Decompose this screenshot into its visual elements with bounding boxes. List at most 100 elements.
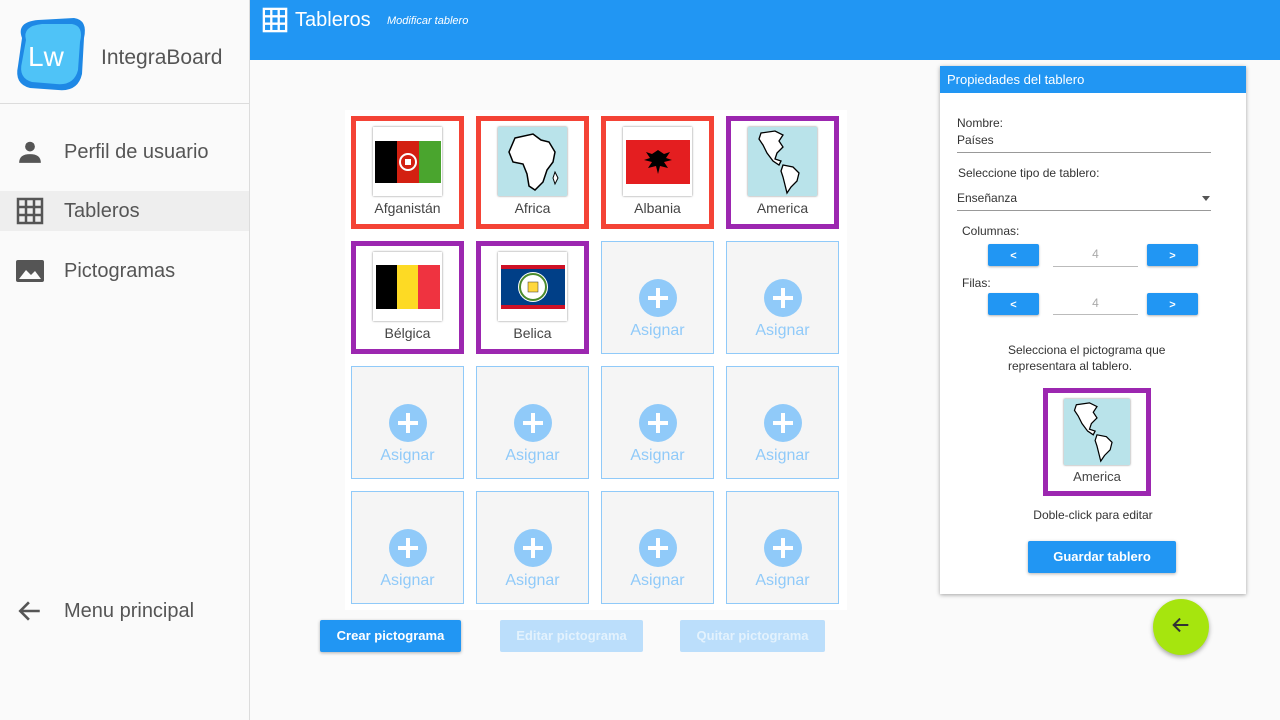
board-cell-belize[interactable]: Belica xyxy=(476,241,589,354)
create-pictogram-button[interactable]: Crear pictograma xyxy=(320,620,461,652)
board-cell-belgium[interactable]: Bélgica xyxy=(351,241,464,354)
belgium-flag xyxy=(373,252,442,321)
sidebar-item-label: Pictogramas xyxy=(64,259,176,282)
rows-decrement-button[interactable]: < xyxy=(988,293,1039,315)
top-header: Tableros Modificar tablero xyxy=(250,0,1280,60)
app-logo: Lw xyxy=(17,18,85,91)
cell-label: Afganistán xyxy=(374,200,441,216)
board-cell-africa[interactable]: Africa xyxy=(476,116,589,229)
add-icon xyxy=(764,279,802,317)
name-input[interactable]: Países xyxy=(957,133,994,147)
columns-decrement-button[interactable]: < xyxy=(988,244,1039,266)
sidebar-item-pictograms[interactable]: Pictogramas xyxy=(0,251,249,291)
assign-label: Asignar xyxy=(630,322,685,339)
page-title: Tableros xyxy=(295,9,371,31)
columns-label: Columnas: xyxy=(962,224,1020,238)
back-fab-button[interactable] xyxy=(1153,599,1209,655)
empty-cell[interactable]: Asignar xyxy=(726,491,839,604)
add-icon xyxy=(389,529,427,567)
board-cell-albania[interactable]: Albania xyxy=(601,116,714,229)
add-icon xyxy=(764,404,802,442)
edit-pictogram-button[interactable]: Editar pictograma xyxy=(500,620,643,652)
add-icon xyxy=(514,529,552,567)
image-icon xyxy=(15,256,45,286)
panel-title: Propiedades del tablero xyxy=(940,66,1246,93)
chevron-down-icon[interactable] xyxy=(1202,196,1210,201)
empty-cell[interactable]: Asignar xyxy=(601,241,714,354)
albania-flag xyxy=(623,127,692,196)
add-icon xyxy=(514,404,552,442)
america-map xyxy=(1064,399,1130,465)
empty-cell[interactable]: Asignar xyxy=(601,366,714,479)
grid-icon xyxy=(262,7,288,38)
assign-label: Asignar xyxy=(755,322,810,339)
cell-label: America xyxy=(756,200,809,216)
save-board-button[interactable]: Guardar tablero xyxy=(1028,541,1176,573)
cell-label: Albania xyxy=(634,200,681,216)
board-type-label: Seleccione tipo de tablero: xyxy=(958,166,1100,180)
name-input-underline xyxy=(957,152,1211,153)
arrow-left-icon xyxy=(1170,614,1192,641)
logo-area: Lw IntegraBoard xyxy=(0,0,249,104)
sidebar-item-profile[interactable]: Perfil de usuario xyxy=(0,132,249,172)
board-cell-america[interactable]: America xyxy=(726,116,839,229)
empty-cell[interactable]: Asignar xyxy=(476,366,589,479)
cell-label: Africa xyxy=(514,200,551,216)
cell-label: Belica xyxy=(513,325,552,341)
columns-increment-button[interactable]: > xyxy=(1147,244,1198,266)
add-icon xyxy=(639,529,677,567)
add-icon xyxy=(639,279,677,317)
board-cell-afghanistan[interactable]: Afganistán xyxy=(351,116,464,229)
sidebar-item-label: Tableros xyxy=(64,199,140,222)
board-type-select[interactable]: Enseñanza xyxy=(957,191,1017,205)
sidebar-item-boards[interactable]: Tableros xyxy=(0,191,249,231)
person-icon xyxy=(15,137,45,167)
empty-cell[interactable]: Asignar xyxy=(351,366,464,479)
representative-pictogram[interactable]: America xyxy=(1043,388,1151,496)
columns-value[interactable]: 4 xyxy=(1053,247,1138,261)
rows-underline xyxy=(1053,314,1138,315)
columns-underline xyxy=(1053,266,1138,267)
assign-label: Asignar xyxy=(380,572,435,589)
empty-cell[interactable]: Asignar xyxy=(726,241,839,354)
board-properties-panel: Propiedades del tablero Nombre: Países S… xyxy=(940,66,1246,594)
belize-flag xyxy=(498,252,567,321)
empty-cell[interactable]: Asignar xyxy=(601,491,714,604)
back-to-main-menu[interactable]: Menu principal xyxy=(0,591,249,631)
rows-label: Filas: xyxy=(962,276,991,290)
name-label: Nombre: xyxy=(957,116,1004,130)
add-icon xyxy=(389,404,427,442)
america-map xyxy=(748,127,817,196)
assign-label: Asignar xyxy=(755,572,810,589)
assign-label: Asignar xyxy=(630,572,685,589)
assign-label: Asignar xyxy=(630,447,685,464)
assign-label: Asignar xyxy=(755,447,810,464)
add-icon xyxy=(639,404,677,442)
select-pictogram-text: Selecciona el pictograma que representar… xyxy=(1008,343,1166,373)
remove-pictogram-button[interactable]: Quitar pictograma xyxy=(680,620,825,652)
assign-label: Asignar xyxy=(505,447,560,464)
rows-value[interactable]: 4 xyxy=(1053,296,1138,310)
empty-cell[interactable]: Asignar xyxy=(351,491,464,604)
sidebar-item-label: Perfil de usuario xyxy=(64,140,209,163)
sidebar-item-label: Menu principal xyxy=(64,599,195,622)
grid-icon xyxy=(15,196,45,226)
empty-cell[interactable]: Asignar xyxy=(726,366,839,479)
page-subtitle: Modificar tablero xyxy=(387,15,469,27)
sidebar: Lw IntegraBoard Perfil de usuario Tabler… xyxy=(0,0,250,720)
cell-label: America xyxy=(1073,469,1121,484)
empty-cell[interactable]: Asignar xyxy=(476,491,589,604)
rows-increment-button[interactable]: > xyxy=(1147,293,1198,315)
board-grid: Afganistán Africa Albania America Bélgic… xyxy=(345,110,847,610)
arrow-left-icon xyxy=(15,596,45,626)
board-type-underline xyxy=(957,210,1211,211)
assign-label: Asignar xyxy=(505,572,560,589)
afghanistan-flag xyxy=(373,127,442,196)
africa-map xyxy=(498,127,567,196)
cell-label: Bélgica xyxy=(384,325,431,341)
add-icon xyxy=(764,529,802,567)
svg-text:Lw: Lw xyxy=(28,41,65,72)
assign-label: Asignar xyxy=(380,447,435,464)
double-click-hint: Doble-click para editar xyxy=(1033,508,1153,522)
app-name: IntegraBoard xyxy=(101,46,223,69)
